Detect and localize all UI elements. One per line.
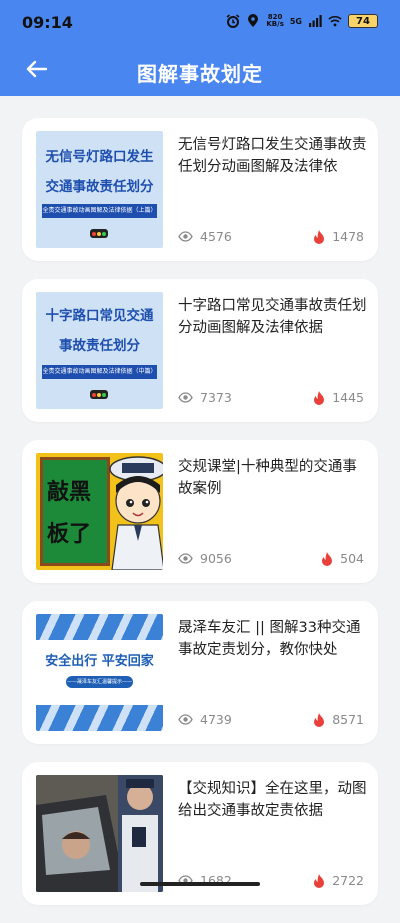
view-count: 7373: [178, 390, 232, 405]
view-count-value: 4739: [200, 712, 232, 727]
like-count: 504: [321, 551, 364, 566]
article-list: 无信号灯路口发生 交通事故责任划分 全责交通事故动画图解及法律依据（上篇） 无信…: [22, 118, 378, 923]
thumbnail-text-line-2: 事故责任划分: [59, 338, 140, 354]
like-count-value: 2722: [332, 873, 364, 888]
flame-icon: [322, 551, 333, 566]
eye-icon: [178, 392, 193, 403]
article-thumbnail: 安全出行 平安回家 ——晟泽车友汇温馨提示——: [36, 614, 163, 731]
thumbnail-text-line-2: 交通事故责任划分: [45, 179, 154, 195]
cartoon-police-officer: [109, 456, 163, 570]
wifi-icon: [328, 15, 342, 27]
photo-police-car: [36, 775, 163, 892]
eye-icon: [178, 231, 193, 242]
article-meta: 7373 1445: [178, 390, 364, 408]
view-count-value: 9056: [200, 551, 232, 566]
thumbnail-text-line-1: 十字路口常见交通: [45, 308, 154, 324]
like-count-value: 8571: [332, 712, 364, 727]
like-count-value: 1445: [332, 390, 364, 405]
article-thumbnail: 无信号灯路口发生 交通事故责任划分 全责交通事故动画图解及法律依据（上篇）: [36, 131, 163, 248]
location-icon: [248, 14, 259, 27]
home-indicator[interactable]: [140, 882, 260, 886]
view-count: 4576: [178, 229, 232, 244]
eye-icon: [178, 553, 193, 564]
view-count: 4739: [178, 712, 232, 727]
like-count: 2722: [313, 873, 364, 888]
flame-icon: [314, 712, 325, 727]
article-title: 【交规知识】全在这里，动图给出交通事故定责依据: [178, 781, 367, 819]
network-speed-unit: KB/s: [266, 20, 284, 28]
eye-icon: [178, 714, 193, 725]
view-count-value: 4576: [200, 229, 232, 244]
article-card[interactable]: 十字路口常见交通 事故责任划分 全责交通事故动画图解及法律依据（中篇） 十字路口…: [22, 279, 378, 422]
network-speed: 820 KB/s: [266, 14, 283, 28]
page-title: 图解事故划定: [137, 62, 263, 86]
app-bar: 图解事故划定: [0, 44, 400, 96]
view-count-value: 7373: [200, 390, 232, 405]
article-card[interactable]: 安全出行 平安回家 ——晟泽车友汇温馨提示—— 晟泽车友汇 || 图解33种交通…: [22, 601, 378, 744]
article-card[interactable]: 无信号灯路口发生 交通事故责任划分 全责交通事故动画图解及法律依据（上篇） 无信…: [22, 118, 378, 261]
like-count: 8571: [313, 712, 364, 727]
traffic-light-icon: [90, 229, 108, 238]
article-thumbnail: 十字路口常见交通 事故责任划分 全责交通事故动画图解及法律依据（中篇）: [36, 292, 163, 409]
like-count-value: 1478: [332, 229, 364, 244]
article-thumbnail: 敲黑 板了: [36, 453, 163, 570]
chalkboard-text-2: 板了: [47, 522, 92, 547]
cell-signal-icon: [309, 15, 322, 27]
stripe-band-top: [36, 614, 163, 640]
article-thumbnail: [36, 775, 163, 892]
thumbnail-slogan: 安全出行 平安回家: [45, 654, 154, 669]
status-time: 09:14: [22, 13, 73, 32]
status-bar: 09:14 820 KB/s 5G 74: [0, 0, 400, 44]
status-icons: 820 KB/s 5G 74: [226, 14, 378, 28]
stripe-band-bottom: [36, 705, 163, 731]
alarm-icon: [226, 14, 240, 28]
like-count: 1478: [313, 229, 364, 244]
flame-icon: [314, 873, 325, 888]
chalkboard-text-1: 敲黑: [47, 480, 92, 505]
thumbnail-text-line-1: 无信号灯路口发生: [45, 149, 154, 165]
article-meta: 4576 1478: [178, 229, 364, 247]
thumbnail-caption: ——晟泽车友汇温馨提示——: [66, 676, 133, 688]
article-title: 十字路口常见交通事故责任划分动画图解及法律依据: [178, 298, 367, 336]
flame-icon: [314, 229, 325, 244]
like-count: 1445: [313, 390, 364, 405]
thumbnail-subtitle: 全责交通事故动画图解及法律依据（中篇）: [42, 365, 157, 379]
traffic-light-icon: [90, 390, 108, 399]
like-count-value: 504: [340, 551, 364, 566]
article-title: 交规课堂|十种典型的交通事故案例: [178, 459, 357, 497]
flame-icon: [314, 390, 325, 405]
article-meta: 4739 8571: [178, 712, 364, 730]
chalkboard: 敲黑 板了: [40, 457, 110, 566]
view-count: 9056: [178, 551, 232, 566]
thumbnail-subtitle: 全责交通事故动画图解及法律依据（上篇）: [42, 204, 157, 218]
article-title: 晟泽车友汇 || 图解33种交通事故定责划分，教你快处: [178, 620, 361, 658]
article-title: 无信号灯路口发生交通事故责任划分动画图解及法律依: [178, 137, 367, 175]
battery-indicator: 74: [348, 14, 378, 28]
signal-5g-label: 5G: [289, 16, 302, 26]
article-card[interactable]: 敲黑 板了 交规课堂|十种典型的交通事故案例 9056 504: [22, 440, 378, 583]
article-meta: 9056 504: [178, 551, 364, 569]
